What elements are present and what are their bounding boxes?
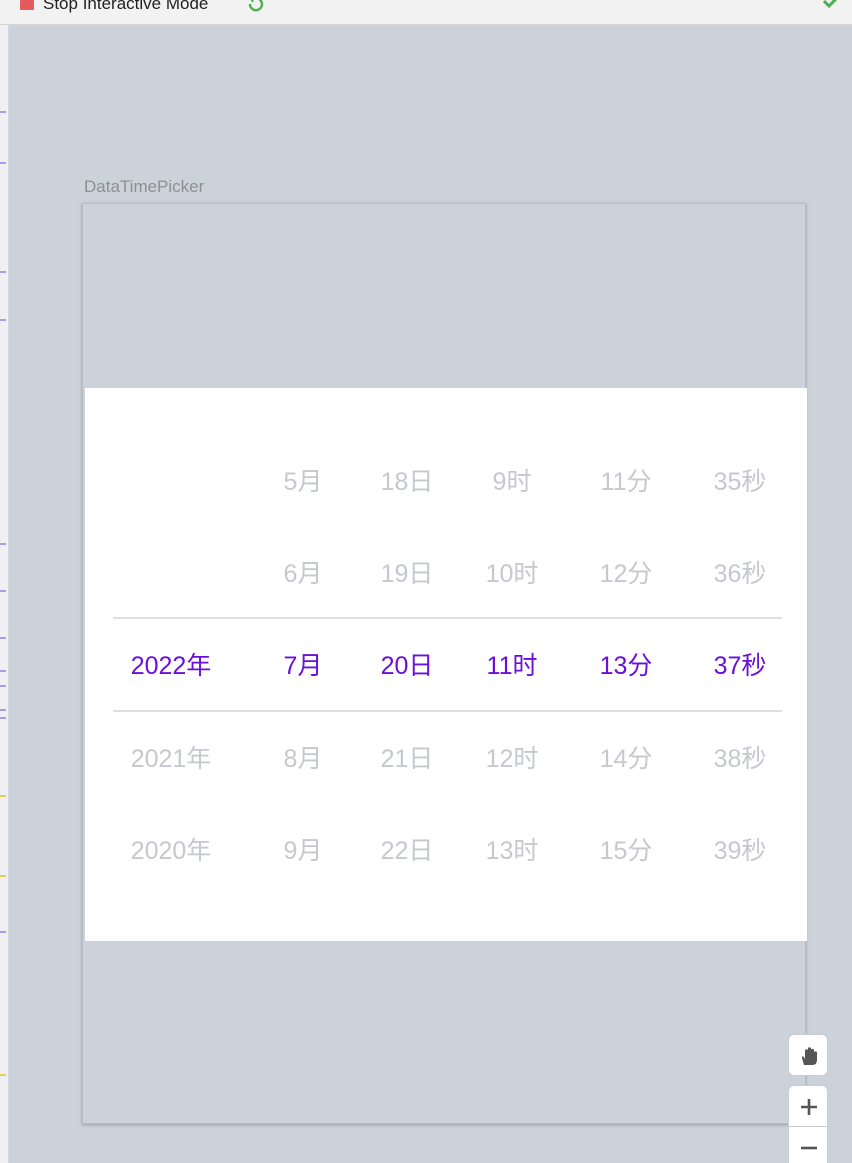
pan-tool-button[interactable] xyxy=(788,1034,828,1076)
device-preview-frame[interactable]: 5月 18日 9时 11分 35秒 6月 19日 10时 12分 36秒 202… xyxy=(82,203,807,1124)
day-item[interactable]: 18日 xyxy=(381,467,434,497)
minute-item[interactable]: 14分 xyxy=(600,744,653,774)
selection-divider-bottom xyxy=(113,710,782,712)
second-item[interactable]: 38秒 xyxy=(714,744,767,774)
day-item[interactable]: 21日 xyxy=(381,744,434,774)
preview-title: DataTimePicker xyxy=(84,177,205,196)
gutter-marker xyxy=(0,931,6,933)
left-gutter xyxy=(0,25,9,1163)
day-selected[interactable]: 20日 xyxy=(381,651,434,681)
year-selected[interactable]: 2022年 xyxy=(131,651,212,681)
month-item[interactable]: 9月 xyxy=(284,836,323,866)
zoom-out-icon xyxy=(801,1146,817,1150)
hour-item[interactable]: 10时 xyxy=(486,559,539,589)
gutter-marker xyxy=(0,1074,6,1076)
gutter-marker xyxy=(0,111,6,113)
stop-interactive-mode-label[interactable]: Stop Interactive Mode xyxy=(43,0,208,14)
gutter-marker xyxy=(0,685,6,687)
minute-item[interactable]: 11分 xyxy=(601,467,652,497)
selection-divider-top xyxy=(113,617,782,619)
gutter-marker xyxy=(0,670,6,672)
month-item[interactable]: 5月 xyxy=(284,467,323,497)
gutter-marker xyxy=(0,795,6,797)
zoom-out-button[interactable] xyxy=(788,1126,828,1163)
second-item[interactable]: 36秒 xyxy=(714,559,767,589)
minute-item[interactable]: 15分 xyxy=(600,836,653,866)
month-item[interactable]: 6月 xyxy=(284,559,323,589)
zoom-in-icon xyxy=(801,1099,817,1115)
gutter-marker xyxy=(0,590,6,592)
zoom-in-button[interactable] xyxy=(788,1085,828,1127)
minute-item[interactable]: 12分 xyxy=(600,559,653,589)
month-item[interactable]: 8月 xyxy=(284,744,323,774)
refresh-icon[interactable] xyxy=(246,0,266,12)
gutter-marker xyxy=(0,709,6,711)
hour-item[interactable]: 13时 xyxy=(486,836,539,866)
gutter-marker xyxy=(0,875,6,877)
hour-selected[interactable]: 11时 xyxy=(487,651,538,681)
gutter-marker xyxy=(0,637,6,639)
month-selected[interactable]: 7月 xyxy=(284,651,323,681)
gutter-marker xyxy=(0,319,6,321)
day-item[interactable]: 19日 xyxy=(381,559,434,589)
second-item[interactable]: 39秒 xyxy=(714,836,767,866)
hour-item[interactable]: 9时 xyxy=(493,467,532,497)
gutter-marker xyxy=(0,162,6,164)
gutter-marker xyxy=(0,717,6,719)
second-item[interactable]: 35秒 xyxy=(714,467,767,497)
year-item[interactable]: 2020年 xyxy=(131,836,212,866)
interactive-mode-toolbar: Stop Interactive Mode xyxy=(0,0,852,25)
second-selected[interactable]: 37秒 xyxy=(714,651,767,681)
checkmark-icon[interactable] xyxy=(822,0,840,9)
stop-icon[interactable] xyxy=(20,0,34,10)
year-item[interactable]: 2021年 xyxy=(131,744,212,774)
gutter-marker xyxy=(0,543,6,545)
gutter-marker xyxy=(0,271,6,273)
hand-pan-icon xyxy=(801,1047,817,1065)
day-item[interactable]: 22日 xyxy=(381,836,434,866)
hour-item[interactable]: 12时 xyxy=(486,744,539,774)
datetime-picker-sheet[interactable]: 5月 18日 9时 11分 35秒 6月 19日 10时 12分 36秒 202… xyxy=(85,388,807,941)
minute-selected[interactable]: 13分 xyxy=(600,651,653,681)
